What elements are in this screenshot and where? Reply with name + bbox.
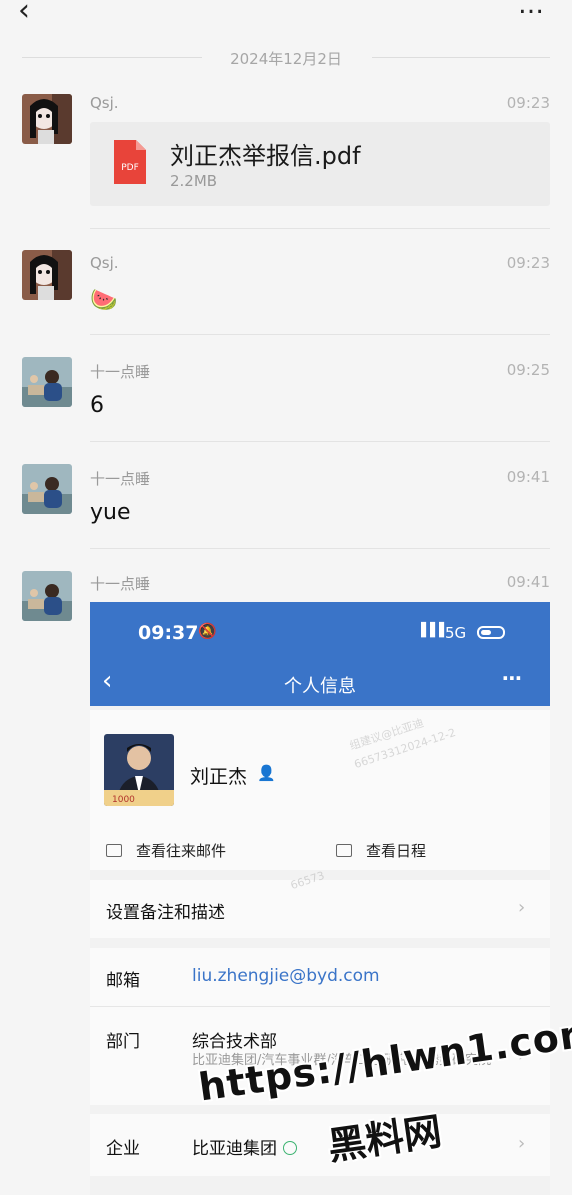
pdf-file-icon: PDF xyxy=(114,140,146,184)
sender-name: 十一点睡 xyxy=(90,470,151,488)
avatar[interactable] xyxy=(22,357,72,407)
message-text: yue xyxy=(90,500,131,525)
chat-header: ‹ … xyxy=(0,0,572,26)
divider xyxy=(90,548,550,549)
message-time: 09:41 xyxy=(506,573,550,591)
back-chevron-icon[interactable]: ‹ xyxy=(18,0,30,26)
view-calendar-label: 查看日程 xyxy=(366,842,427,860)
message-time: 09:41 xyxy=(506,468,550,486)
person-icon: 👤 xyxy=(257,764,276,782)
file-name: 刘正杰举报信.pdf xyxy=(170,142,361,170)
message-text: 6 xyxy=(90,393,104,418)
sender-name: 十一点睡 xyxy=(90,363,151,381)
sender-name: Qsj. xyxy=(90,254,119,272)
message-time: 09:23 xyxy=(506,94,550,112)
date-separator: 2024年12月2日 xyxy=(22,44,550,72)
mute-bell-icon: 🔕 xyxy=(198,622,217,640)
svg-text:1000: 1000 xyxy=(112,795,135,805)
avatar[interactable] xyxy=(22,250,72,300)
date-label: 2024年12月2日 xyxy=(230,50,342,68)
profile-photo: 1000 xyxy=(104,734,174,806)
department-label: 部门 xyxy=(106,1032,140,1052)
file-attachment[interactable]: PDF 刘正杰举报信.pdf 2.2MB xyxy=(90,122,550,206)
chevron-right-icon: › xyxy=(518,897,526,918)
company-label: 企业 xyxy=(106,1139,140,1159)
more-options-icon: ⋯ xyxy=(502,666,523,690)
watermelon-emoji: 🍉 xyxy=(90,288,118,313)
signal-icon: ▐▐▐ xyxy=(416,623,444,638)
mail-icon xyxy=(106,844,122,857)
pdf-icon-label: PDF xyxy=(121,163,139,173)
message-time: 09:25 xyxy=(506,361,550,379)
overlay-watermark: https://hlwn1.com 黑料网 xyxy=(196,1010,572,1186)
divider xyxy=(90,441,550,442)
file-size: 2.2MB xyxy=(170,172,218,190)
profile-card: 1000 刘正杰 👤 查看往来邮件 查看日程 组建议@比亚迪 665733120… xyxy=(90,710,550,870)
message-item: Qsj. 09:23 xyxy=(0,248,572,334)
view-mail-label: 查看往来邮件 xyxy=(136,842,227,860)
divider xyxy=(90,228,550,229)
view-mail-action: 查看往来邮件 xyxy=(106,840,226,861)
network-label: 5G xyxy=(445,624,467,642)
email-value: liu.zhengjie@byd.com xyxy=(192,966,380,986)
message-item: 十一点睡 09:41 xyxy=(0,569,572,621)
embedded-header: 09:37 🔕 ▐▐▐ 5G ‹ 个人信息 ⋯ xyxy=(90,602,550,706)
email-row: 邮箱 liu.zhengjie@byd.com xyxy=(90,948,550,1006)
remark-row: 设置备注和描述 › 66573 xyxy=(90,869,550,938)
watermark-site-name: 黑料网 xyxy=(325,1109,445,1169)
email-label: 邮箱 xyxy=(106,971,140,991)
sender-name: Qsj. xyxy=(90,94,119,112)
message-item: 十一点睡 09:25 6 xyxy=(0,355,572,441)
department-value: 综合技术部 xyxy=(192,1032,277,1052)
divider xyxy=(90,334,550,335)
avatar[interactable] xyxy=(22,94,72,144)
view-calendar-action: 查看日程 xyxy=(336,840,426,861)
more-options-icon[interactable]: … xyxy=(518,0,546,18)
watermark: 66573 xyxy=(288,868,327,893)
calendar-icon xyxy=(336,844,352,857)
battery-icon xyxy=(477,626,505,639)
sender-name: 十一点睡 xyxy=(90,575,151,593)
profile-name: 刘正杰 xyxy=(190,766,248,788)
remark-label: 设置备注和描述 xyxy=(106,903,225,923)
message-item: 十一点睡 09:41 yue xyxy=(0,462,572,548)
avatar[interactable] xyxy=(22,571,72,621)
status-time: 09:37 xyxy=(138,622,199,644)
message-time: 09:23 xyxy=(506,254,550,272)
avatar[interactable] xyxy=(22,464,72,514)
embedded-title: 个人信息 xyxy=(284,676,356,697)
